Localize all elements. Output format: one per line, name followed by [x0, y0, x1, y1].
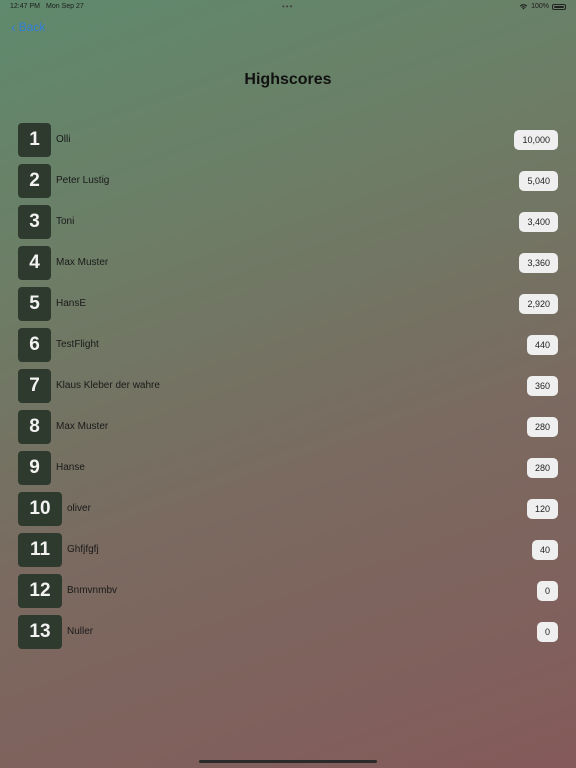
player-name: TestFlight [56, 339, 99, 350]
score-row: 10 oliver 120 [18, 492, 558, 526]
score-row: 11 Ghfjfgfj 40 [18, 533, 558, 567]
score-row: 2 Peter Lustig 5,040 [18, 164, 558, 198]
player-name: Olli [56, 134, 71, 145]
score-value: 2,920 [519, 294, 558, 314]
battery-percent: 100% [531, 3, 549, 10]
score-value: 40 [531, 540, 558, 560]
score-row: 3 Toni 3,400 [18, 205, 558, 239]
rank-badge: 13 [18, 615, 62, 649]
rank-badge: 5 [18, 287, 51, 321]
battery-icon [552, 3, 566, 10]
home-indicator[interactable] [199, 760, 377, 763]
score-value: 10,000 [514, 130, 558, 150]
rank-badge: 2 [18, 164, 51, 198]
player-name: Toni [56, 216, 75, 227]
player-name: Bnmvnmbv [67, 585, 118, 596]
status-time: 12:47 PM [10, 3, 40, 10]
score-value: 3,400 [519, 212, 558, 232]
score-value: 440 [526, 335, 558, 355]
score-value: 0 [536, 622, 558, 642]
rank-badge: 7 [18, 369, 51, 403]
back-label: Back [18, 20, 46, 34]
rank-badge: 6 [18, 328, 51, 362]
score-row: 4 Max Muster 3,360 [18, 246, 558, 280]
rank-badge: 3 [18, 205, 51, 239]
wifi-icon [519, 4, 528, 10]
player-name: Klaus Kleber der wahre [56, 380, 160, 391]
chevron-left-icon: ‹ [11, 19, 16, 35]
status-bar: 12:47 PM Mon Sep 27 ••• 100% [0, 0, 576, 14]
score-value: 0 [536, 581, 558, 601]
score-value: 280 [526, 417, 558, 437]
rank-badge: 4 [18, 246, 51, 280]
back-button[interactable]: ‹ Back [11, 20, 45, 34]
status-indicators: 100% [519, 3, 566, 10]
score-value: 360 [526, 376, 558, 396]
score-value: 3,360 [519, 253, 558, 273]
score-row: 8 Max Muster 280 [18, 410, 558, 444]
score-row: 12 Bnmvnmbv 0 [18, 574, 558, 608]
rank-badge: 8 [18, 410, 51, 444]
player-name: Nuller [67, 626, 94, 637]
rank-badge: 12 [18, 574, 62, 608]
player-name: oliver [67, 503, 91, 514]
player-name: Hanse [56, 462, 85, 473]
rank-badge: 11 [18, 533, 62, 567]
rank-badge: 1 [18, 123, 51, 157]
score-value: 120 [526, 499, 558, 519]
score-value: 5,040 [519, 171, 558, 191]
player-name: Peter Lustig [56, 175, 110, 186]
status-date: Mon Sep 27 [46, 3, 84, 10]
player-name: HansE [56, 298, 87, 309]
score-row: 13 Nuller 0 [18, 615, 558, 649]
player-name: Max Muster [56, 257, 109, 268]
score-row: 5 HansE 2,920 [18, 287, 558, 321]
player-name: Max Muster [56, 421, 109, 432]
score-row: 1 Olli 10,000 [18, 123, 558, 157]
score-value: 280 [526, 458, 558, 478]
rank-badge: 10 [18, 492, 62, 526]
score-row: 7 Klaus Kleber der wahre 360 [18, 369, 558, 403]
score-row: 6 TestFlight 440 [18, 328, 558, 362]
player-name: Ghfjfgfj [67, 544, 99, 555]
score-row: 9 Hanse 280 [18, 451, 558, 485]
rank-badge: 9 [18, 451, 51, 485]
page-title: Highscores [244, 71, 332, 88]
multitasking-dots[interactable]: ••• [282, 2, 293, 11]
